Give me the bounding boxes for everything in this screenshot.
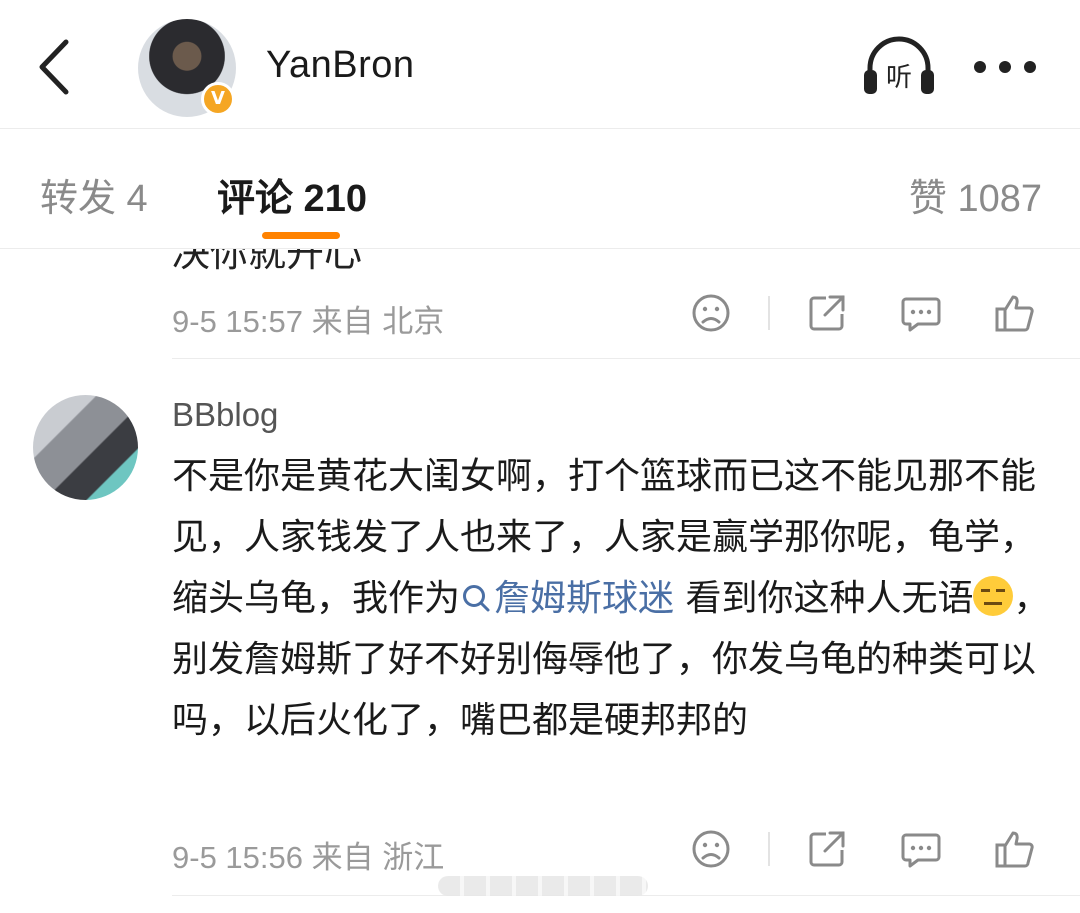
comment-divider (172, 358, 1080, 359)
topic-link[interactable]: 詹姆斯球迷 (460, 578, 674, 619)
commenter-name[interactable]: BBblog (172, 396, 278, 434)
more-dots-icon[interactable] (972, 52, 1038, 82)
dislike-face-icon[interactable] (690, 292, 732, 334)
action-divider (768, 832, 770, 866)
listen-label: 听 (886, 63, 912, 93)
topic-link-label: 詹姆斯球迷 (494, 578, 675, 619)
speechless-emoji-icon (973, 576, 1014, 616)
share-icon[interactable] (806, 292, 848, 334)
verified-badge: V (201, 82, 235, 116)
comment-actions (690, 828, 1050, 872)
tab-comments[interactable]: 评论 210 (217, 167, 367, 222)
tab-likes[interactable]: 赞 1087 (909, 167, 1042, 222)
tab-repost[interactable]: 转发 4 (40, 167, 148, 222)
commenter-avatar[interactable] (33, 395, 138, 500)
headphones-icon[interactable]: 听 (860, 36, 938, 98)
previous-comment-actions (690, 292, 1050, 336)
search-icon (463, 585, 490, 612)
like-thumb-icon[interactable] (994, 828, 1036, 870)
active-tab-indicator (262, 232, 340, 239)
author-username[interactable]: YanBron (266, 44, 415, 87)
comment-text: 不是你是黄花大闺女啊，打个篮球而已这不能见那不能见，人家钱发了人也来了，人家是赢… (172, 446, 1052, 751)
previous-comment-meta: 9-5 15:57 来自 北京 (172, 304, 445, 339)
watermark (438, 876, 648, 896)
like-thumb-icon[interactable] (994, 292, 1036, 334)
share-icon[interactable] (806, 828, 848, 870)
comment-text-part2: 看到你这种人无语 (674, 578, 974, 619)
tab-bar: 转发 4 评论 210 赞 1087 (0, 129, 1080, 249)
chevron-left-icon[interactable] (30, 36, 80, 98)
comment-icon[interactable] (900, 828, 942, 870)
comment-icon[interactable] (900, 292, 942, 334)
dislike-face-icon[interactable] (690, 828, 732, 870)
action-divider (768, 296, 770, 330)
comment-meta: 9-5 15:56 来自 浙江 (172, 840, 445, 875)
top-bar: V YanBron 听 (0, 0, 1080, 129)
